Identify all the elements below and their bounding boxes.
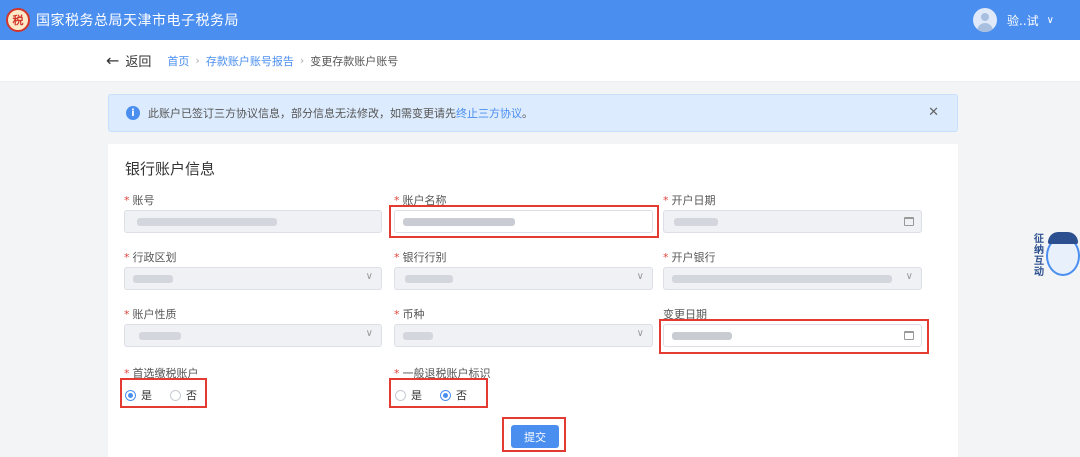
masked-value xyxy=(672,275,892,283)
masked-value xyxy=(674,218,718,226)
chevron-down-icon[interactable]: ∨ xyxy=(637,328,644,339)
account-nature-label: * 账户性质 xyxy=(124,308,177,321)
assistant-label: 征纳互动 xyxy=(1034,234,1044,278)
app-title: 国家税务总局天津市电子税务局 xyxy=(36,13,239,29)
user-menu[interactable]: 验..试 ∨ xyxy=(973,0,1054,40)
chevron-down-icon[interactable]: ∨ xyxy=(637,271,644,282)
user-name: 验..试 xyxy=(1007,13,1039,28)
chevron-down-icon[interactable]: ∨ xyxy=(366,328,373,339)
open-date-label: * 开户日期 xyxy=(663,194,716,207)
open-bank-label-text: 开户银行 xyxy=(671,251,716,264)
terminate-agreement-link[interactable]: 终止三方协议 xyxy=(456,107,522,120)
top-bar: 税 国家税务总局天津市电子税务局 验..试 ∨ xyxy=(0,0,1080,40)
bank-type-select[interactable]: ∨ xyxy=(394,267,653,290)
currency-label: * 币种 xyxy=(394,308,425,321)
chevron-down-icon[interactable]: ∨ xyxy=(906,271,913,282)
open-bank-label: * 开户银行 xyxy=(663,251,716,264)
chevron-down-icon[interactable]: ∨ xyxy=(366,271,373,282)
interaction-assistant-button[interactable]: 征纳互动 xyxy=(1034,228,1080,280)
bank-type-label: * 银行行别 xyxy=(394,251,447,264)
masked-value xyxy=(403,332,433,340)
region-select[interactable]: ∨ xyxy=(124,267,382,290)
breadcrumb-bar: ← 返回 首页 › 存款账户账号报告 › 变更存款账户账号 xyxy=(0,40,1080,82)
currency-label-text: 币种 xyxy=(402,308,425,321)
section-title: 银行账户信息 xyxy=(125,160,216,178)
notice-suffix: 。 xyxy=(522,107,533,120)
chevron-right-icon: › xyxy=(299,54,305,67)
breadcrumb: 首页 › 存款账户账号报告 › 变更存款账户账号 xyxy=(167,53,398,69)
info-icon: i xyxy=(126,106,140,120)
masked-value xyxy=(405,275,453,283)
account-nature-label-text: 账户性质 xyxy=(132,308,177,321)
avatar[interactable] xyxy=(973,8,998,32)
account-no-field[interactable] xyxy=(124,210,382,233)
masked-value xyxy=(139,332,181,340)
breadcrumb-current: 变更存款账户账号 xyxy=(310,54,399,68)
region-label-text: 行政区划 xyxy=(132,251,177,264)
highlight-account-name xyxy=(389,205,659,238)
info-notice: i 此账户已签订三方协议信息，部分信息无法修改，如需变更请先终止三方协议。 ✕ xyxy=(108,94,958,132)
back-label[interactable]: 返回 xyxy=(125,51,151,70)
arrow-left-icon[interactable]: ← xyxy=(106,51,119,70)
account-no-label-text: 账号 xyxy=(132,194,155,207)
highlight-change-date xyxy=(659,319,929,354)
account-nature-select[interactable]: ∨ xyxy=(124,324,382,347)
account-no-label: * 账号 xyxy=(124,194,155,207)
chevron-down-icon[interactable]: ∨ xyxy=(1047,15,1054,26)
tax-emblem-logo: 税 xyxy=(6,8,30,32)
bank-account-form: 银行账户信息 * 账号 * 账户名称 * 开户日期 * 行政区划 ∨ * 银行行别 ∨ *… xyxy=(108,144,958,457)
close-icon[interactable]: ✕ xyxy=(928,105,939,120)
highlight-submit xyxy=(502,417,566,452)
back-button[interactable]: ← 返回 xyxy=(106,51,151,70)
notice-message: 此账户已签订三方协议信息，部分信息无法修改，如需变更请先 xyxy=(148,107,456,120)
logo-text: 税 xyxy=(12,14,24,27)
breadcrumb-home[interactable]: 首页 xyxy=(167,53,189,69)
open-bank-select[interactable]: ∨ xyxy=(663,267,922,290)
currency-select[interactable]: ∨ xyxy=(394,324,653,347)
highlight-preferred-account xyxy=(120,378,207,408)
bank-type-label-text: 银行行别 xyxy=(402,251,447,264)
highlight-refund-flag xyxy=(389,378,488,408)
masked-value xyxy=(133,275,173,283)
chevron-right-icon: › xyxy=(195,54,200,67)
breadcrumb-deposit-report[interactable]: 存款账户账号报告 xyxy=(206,53,294,69)
region-label: * 行政区划 xyxy=(124,251,177,264)
open-date-label-text: 开户日期 xyxy=(671,194,716,207)
calendar-icon[interactable] xyxy=(904,217,914,226)
open-date-field[interactable] xyxy=(663,210,922,233)
assistant-cap-icon xyxy=(1048,232,1078,244)
notice-text: 此账户已签订三方协议信息，部分信息无法修改，如需变更请先终止三方协议。 xyxy=(148,105,533,121)
masked-value xyxy=(137,218,277,226)
